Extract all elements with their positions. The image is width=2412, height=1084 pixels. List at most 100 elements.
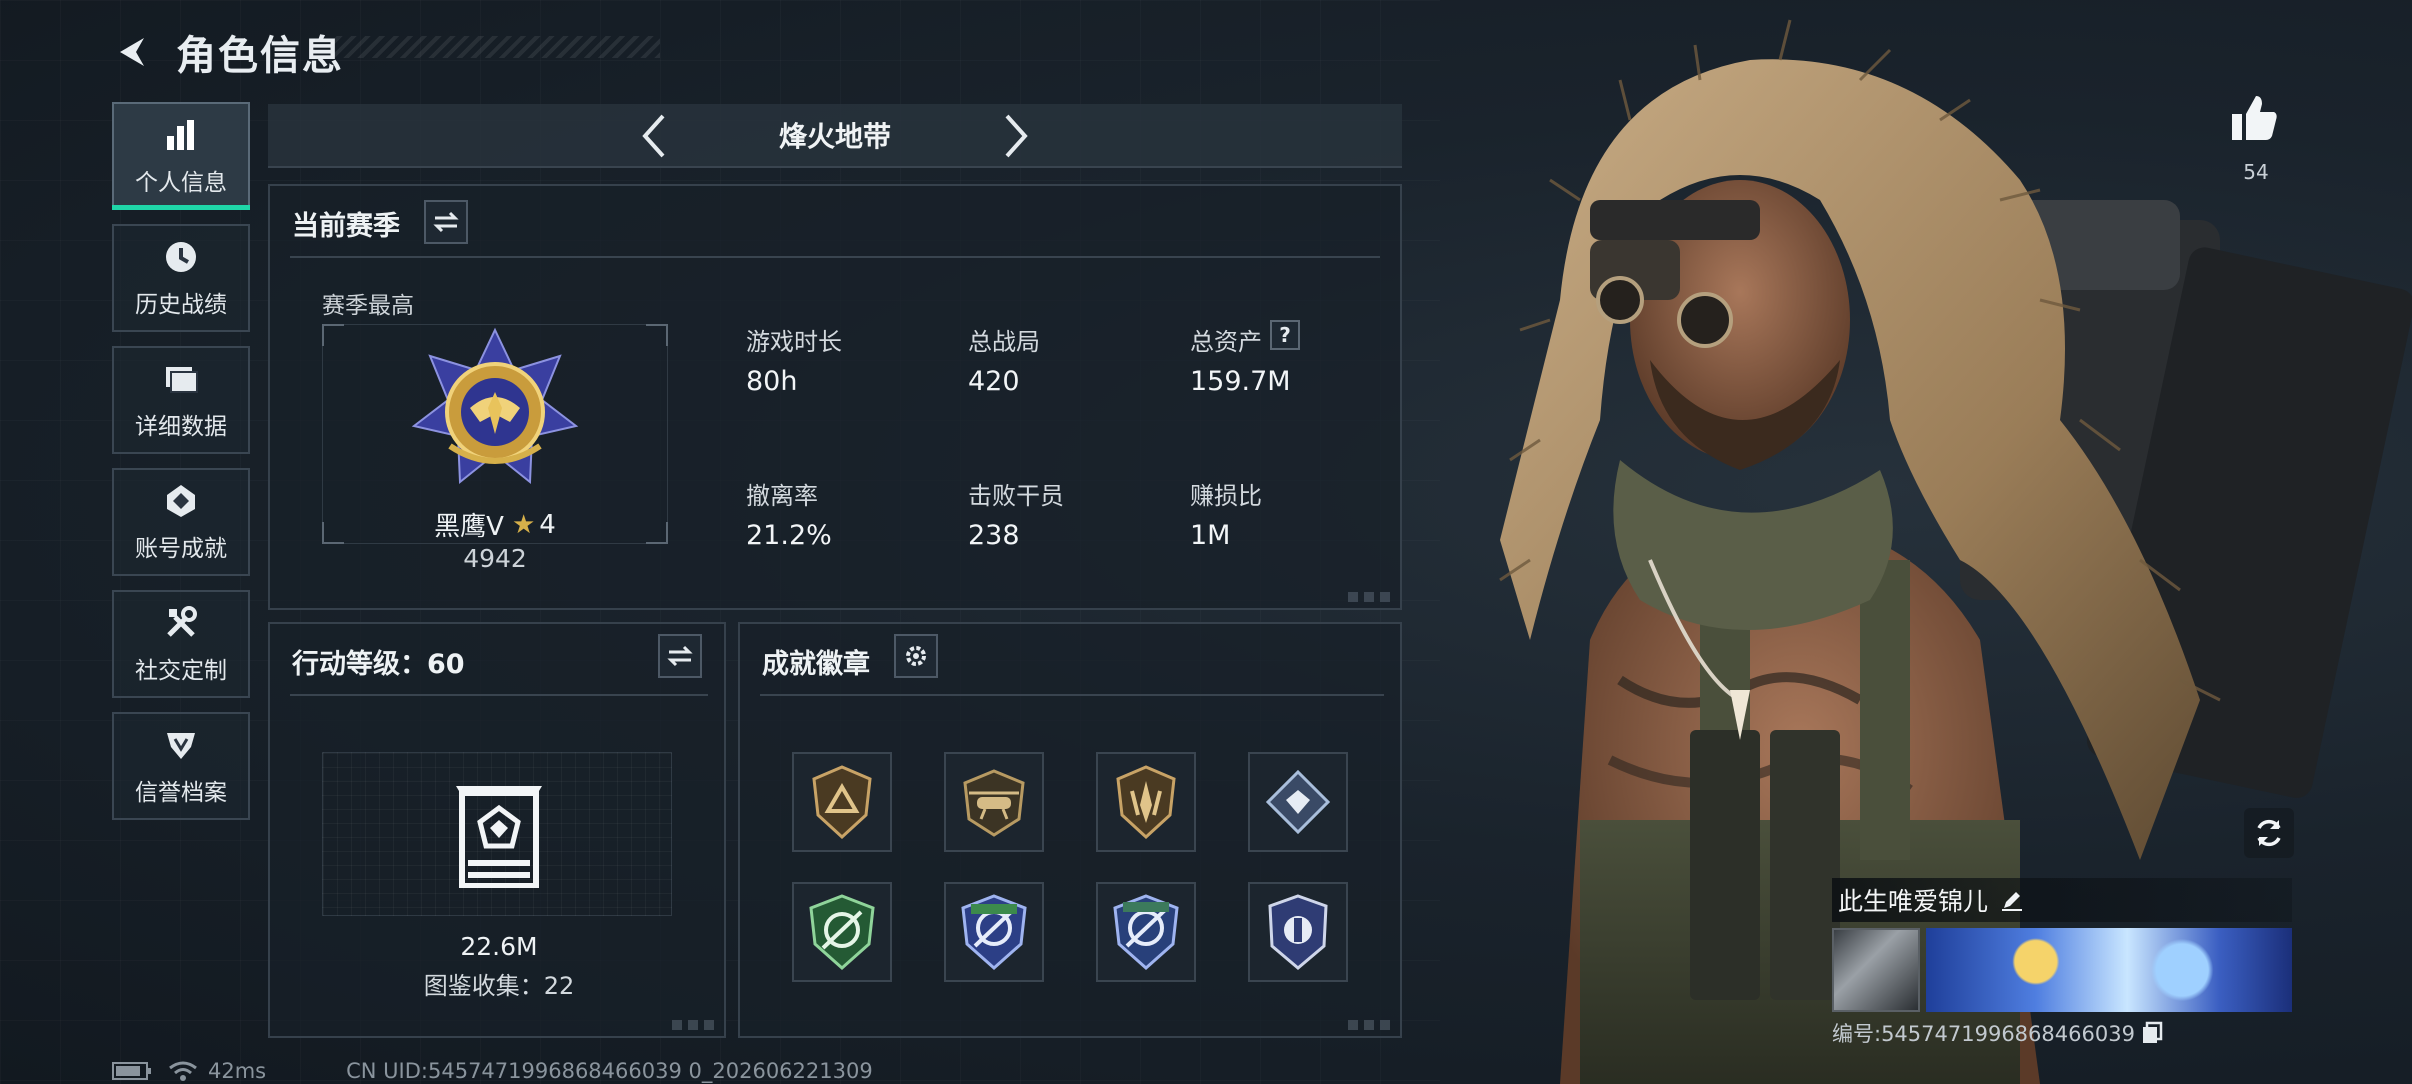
badge-slot[interactable] xyxy=(1248,882,1348,982)
sidebar-item-label: 信誉档案 xyxy=(135,780,227,806)
prev-map-button[interactable] xyxy=(628,110,680,162)
badge-slot[interactable] xyxy=(1096,882,1196,982)
sidebar: 个人信息 历史战绩 详细数据 账号成就 社交定制 信誉档案 xyxy=(112,102,250,834)
action-level-title: 行动等级：60 xyxy=(292,649,465,680)
thumbs-up-icon xyxy=(2232,96,2277,140)
badges-settings-button[interactable] xyxy=(894,634,938,678)
badge-slot[interactable] xyxy=(1096,752,1196,852)
like-count: 54 xyxy=(2243,160,2269,184)
edit-pencil-icon[interactable] xyxy=(2000,888,2024,912)
badge-slot[interactable] xyxy=(944,752,1044,852)
bar-chart-icon xyxy=(161,115,201,155)
sidebar-item-detailed-data[interactable]: 详细数据 xyxy=(112,346,250,454)
avatar[interactable] xyxy=(1832,928,1920,1012)
page-title: 角色信息 xyxy=(176,33,344,79)
player-banner[interactable] xyxy=(1926,928,2292,1012)
sidebar-item-label: 历史战绩 xyxy=(135,292,227,318)
history-clock-icon xyxy=(161,237,201,277)
ping-text: 42ms xyxy=(208,1059,267,1083)
next-map-button[interactable] xyxy=(990,110,1042,162)
panel-corner-decoration xyxy=(1348,1020,1392,1030)
sidebar-item-achievements[interactable]: 账号成就 xyxy=(112,468,250,576)
stat-value-playtime: 80h xyxy=(746,366,798,397)
frame-corner xyxy=(322,522,344,544)
stat-label-playtime: 游戏时长 xyxy=(746,328,842,356)
rank-name: 黑鹰V xyxy=(434,512,504,542)
player-id: 编号:5457471996868466039 xyxy=(1832,1022,2135,1046)
player-card: 此生唯爱锦儿 编号:5457471996868466039 xyxy=(1832,878,2292,1048)
player-name-row: 此生唯爱锦儿 xyxy=(1832,878,2292,922)
badge-slot[interactable] xyxy=(792,882,892,982)
rank-name-row: 黑鹰V ★ 4 xyxy=(370,506,620,543)
help-icon[interactable]: ? xyxy=(1270,320,1300,350)
sidebar-item-reputation[interactable]: 信誉档案 xyxy=(112,712,250,820)
swap-icon xyxy=(433,211,459,233)
helicopter-badge-icon xyxy=(963,769,1025,837)
star-icon: ★ xyxy=(511,509,536,540)
sidebar-item-personal-info[interactable]: 个人信息 xyxy=(112,102,250,210)
panel-corner-decoration xyxy=(1348,592,1392,602)
stat-value-total-matches: 420 xyxy=(968,366,1020,397)
divider xyxy=(290,256,1380,258)
back-arrow-icon[interactable] xyxy=(112,30,156,74)
divider xyxy=(760,694,1384,696)
player-id-row: 编号:5457471996868466039 xyxy=(1832,1018,2292,1048)
frame-corner xyxy=(646,324,668,346)
map-name: 烽火地带 xyxy=(778,120,891,153)
switch-level-button[interactable] xyxy=(658,634,702,678)
stat-value-profit-ratio: 1M xyxy=(1190,520,1231,551)
stat-label-total-assets: 总资产 xyxy=(1190,328,1262,356)
reputation-icon xyxy=(161,725,201,765)
badge-slot[interactable] xyxy=(792,752,892,852)
triangle-badge-icon xyxy=(812,765,872,839)
sidebar-item-social-custom[interactable]: 社交定制 xyxy=(112,590,250,698)
frame-corner xyxy=(322,324,344,346)
stat-label-extraction-rate: 撤离率 xyxy=(746,482,818,510)
sidebar-item-label: 社交定制 xyxy=(135,658,227,684)
map-selector: 烽火地带 xyxy=(268,104,1402,168)
blade-badge-icon xyxy=(1116,765,1176,839)
teal-target-badge-icon xyxy=(1113,894,1179,970)
collection-count: 图鉴收集：22 xyxy=(423,972,575,1000)
title-decoration xyxy=(330,36,660,58)
sidebar-item-label: 个人信息 xyxy=(135,170,227,196)
blue-target-badge-icon xyxy=(961,894,1027,970)
uid-text: CN UID:5457471996868466039 0_20260622130… xyxy=(346,1059,873,1083)
badge-slot[interactable] xyxy=(944,882,1044,982)
stat-value-total-assets: 159.7M xyxy=(1190,366,1291,397)
stat-value-operators-defeated: 238 xyxy=(968,520,1020,551)
stat-label-profit-ratio: 赚损比 xyxy=(1190,482,1262,510)
banner-row xyxy=(1832,928,2292,1012)
achievement-icon xyxy=(161,481,201,521)
divider xyxy=(290,694,708,696)
badge-slot[interactable] xyxy=(1248,752,1348,852)
copy-icon[interactable] xyxy=(2141,1021,2163,1045)
collection-trophy-icon[interactable] xyxy=(454,778,544,889)
action-level-panel: 行动等级：60 22.6M 图鉴收集：22 xyxy=(268,622,726,1038)
season-panel: 当前赛季 赛季最高 黑鹰V ★ 4 4942 游戏时长 80h 总战局 420 … xyxy=(268,184,1402,610)
badges-panel: 成就徽章 xyxy=(738,622,1402,1038)
rank-stars: 4 xyxy=(539,509,556,540)
season-best-label: 赛季最高 xyxy=(322,293,414,319)
sidebar-item-match-history[interactable]: 历史战绩 xyxy=(112,224,250,332)
rank-score: 4942 xyxy=(463,544,527,573)
green-target-badge-icon xyxy=(809,894,875,970)
wifi-icon xyxy=(169,1061,197,1081)
silver-shield-badge-icon xyxy=(1268,894,1328,970)
folder-icon xyxy=(161,359,201,399)
stat-label-operators-defeated: 击败干员 xyxy=(968,482,1064,510)
swap-icon xyxy=(667,645,693,667)
panel-corner-decoration xyxy=(672,1020,716,1030)
sidebar-item-label: 详细数据 xyxy=(135,414,227,440)
battery-icon xyxy=(112,1062,151,1080)
refresh-icon xyxy=(2257,819,2281,847)
like-button[interactable] xyxy=(2226,92,2282,148)
stat-label-total-matches: 总战局 xyxy=(968,328,1040,356)
switch-season-button[interactable] xyxy=(424,200,468,244)
sidebar-item-label: 账号成就 xyxy=(135,536,227,562)
status-bar: 42ms CN UID:5457471996868466039 0_202606… xyxy=(112,1058,873,1084)
frame-corner xyxy=(646,522,668,544)
gear-icon xyxy=(906,646,926,666)
level-value: 22.6M xyxy=(460,932,538,961)
rotate-model-button[interactable] xyxy=(2244,808,2294,858)
